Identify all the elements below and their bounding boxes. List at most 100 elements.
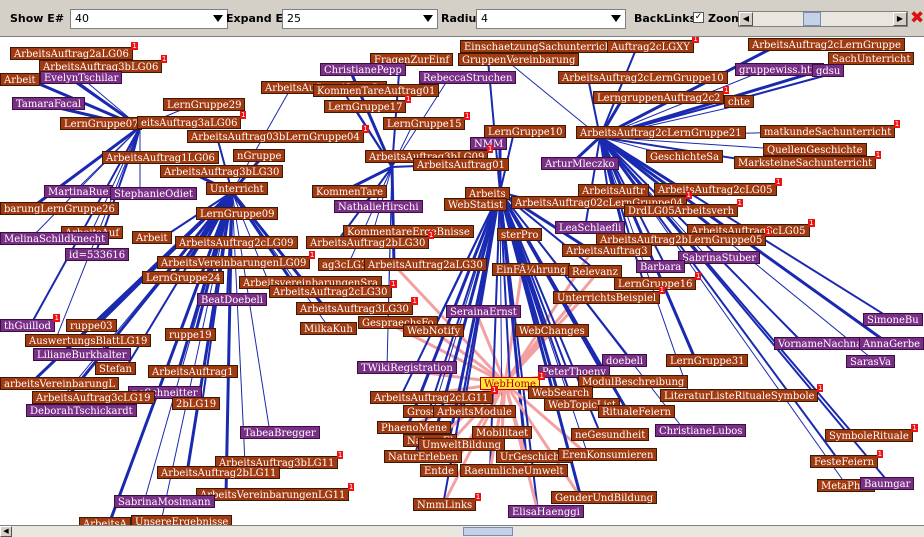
topic-node[interactable]: WebChanges: [515, 324, 589, 337]
topic-node[interactable]: MarksteineSachunterricht 1: [734, 151, 882, 169]
topic-node[interactable]: LiteraturListeRitualeSymbole 1: [660, 384, 824, 402]
topic-node[interactable]: barungLernGruppe26: [0, 202, 119, 215]
topic-node[interactable]: KommenTare: [312, 185, 388, 198]
topic-node[interactable]: QuellenGeschichte: [763, 143, 867, 156]
scroll-right-icon[interactable]: ▶: [893, 12, 907, 26]
topic-node[interactable]: 2bLG19: [172, 397, 221, 410]
person-node[interactable]: DeborahTschickardt: [26, 404, 137, 417]
topic-node[interactable]: KommenTareAuftrag01: [313, 84, 440, 97]
topic-node[interactable]: LernGruppe17 1: [324, 95, 412, 113]
person-node[interactable]: TWikiRegistration: [357, 361, 457, 374]
person-node[interactable]: thGuillod 1: [0, 314, 60, 332]
topic-node[interactable]: ruppe03: [66, 319, 117, 332]
topic-node[interactable]: WebStatist: [444, 198, 507, 211]
topic-node[interactable]: GruppenVereinbarung: [458, 53, 580, 66]
person-node[interactable]: ChristianePepp: [320, 63, 406, 76]
person-node[interactable]: EvelynTschilar: [40, 71, 123, 84]
topic-node[interactable]: ArbeitsAuftrag2cLernGruppe21: [576, 126, 746, 139]
topic-node[interactable]: LernGruppe24: [142, 271, 225, 284]
topic-node[interactable]: AuswertungsBlattLG19: [25, 334, 152, 347]
topic-node[interactable]: Arbeit: [132, 231, 172, 244]
topic-node[interactable]: GenderUndBildung: [551, 491, 658, 504]
topic-node[interactable]: Auftrag2cLGXY 1: [607, 37, 699, 53]
topic-node[interactable]: ArbeitsVereinbarungenLG09 1: [157, 251, 316, 269]
person-node[interactable]: BeatDoebeli: [197, 293, 267, 306]
topic-node[interactable]: ArbeitsAuftrag01: [413, 158, 509, 171]
topic-node[interactable]: ArbeitsModule: [433, 405, 516, 418]
topic-node[interactable]: LernGruppe09: [196, 207, 279, 220]
topic-node[interactable]: matkundeSachunterricht 1: [760, 120, 901, 138]
topic-node[interactable]: arbeitsVereinbarungL: [0, 377, 120, 390]
person-node[interactable]: SimoneBu: [863, 313, 923, 326]
topic-node[interactable]: LernGruppe16 1: [614, 272, 702, 290]
topic-node[interactable]: RaeumlicheUmwelt: [460, 464, 568, 477]
person-node[interactable]: Baumgar: [860, 477, 915, 490]
expand-combobox[interactable]: 25: [282, 9, 438, 29]
person-node[interactable]: MartinaRue: [44, 185, 113, 198]
topic-node[interactable]: ArbeitsAuftrag1LG06: [102, 151, 219, 164]
topic-node[interactable]: ModulBeschreibung: [578, 375, 689, 388]
topic-node[interactable]: Stefan: [95, 362, 136, 375]
topic-node[interactable]: ArbeitsAuftrag2cLG30 1: [269, 280, 397, 298]
scrollbar-thumb[interactable]: [463, 527, 513, 536]
topic-node[interactable]: ArbeitsAuftrag3: [562, 244, 652, 257]
topic-node[interactable]: nGruppe: [233, 149, 286, 162]
topic-node[interactable]: ArbeitsAuftrag2cLG05 1: [654, 178, 782, 196]
topic-node[interactable]: UnterrichtsBeispiel 1: [553, 286, 666, 304]
topic-node[interactable]: ArbeitsAuftrag2bLG11: [157, 466, 281, 479]
topic-node[interactable]: ArbeitsAuftrag2bLG30 1: [306, 231, 435, 249]
topic-node[interactable]: ArbeitsAuftrag2cLernGruppe10: [558, 71, 728, 84]
topic-node[interactable]: LerngruppenAuftrag2c2 1: [593, 86, 730, 104]
topic-node[interactable]: ArbeitsAuftrag2aLG30: [364, 258, 487, 271]
person-node[interactable]: ChristianeLubos: [655, 424, 747, 437]
topic-node[interactable]: ArbeitsAuftrag2cLG09: [175, 236, 298, 249]
topic-node[interactable]: MilkaKuh: [300, 322, 357, 335]
person-node[interactable]: SarasVa: [846, 355, 895, 368]
topic-node[interactable]: NaturErleben: [384, 450, 462, 463]
person-node[interactable]: Barbara: [636, 260, 686, 273]
topic-node[interactable]: NmmLinks 1: [413, 493, 482, 511]
topic-node[interactable]: ArbeitsA: [79, 517, 131, 525]
scroll-left-icon[interactable]: ◀: [739, 12, 753, 26]
person-node[interactable]: SabrinaStuber: [678, 251, 761, 264]
person-node[interactable]: SerainaErnst: [446, 305, 521, 318]
topic-node[interactable]: LernGruppe07: [60, 117, 143, 130]
topic-node[interactable]: LernGruppe29: [163, 98, 246, 111]
zoom-slider-thumb[interactable]: [803, 12, 821, 26]
topic-node[interactable]: PhaenoMene: [377, 421, 452, 434]
topic-node[interactable]: GeschichteSa: [646, 150, 724, 163]
topic-node[interactable]: ArbeitsAuftrag3cLG19: [32, 391, 155, 404]
person-node[interactable]: SabrinaMosimann: [114, 495, 215, 508]
topic-node[interactable]: eitsAuftrag3aLG06 1: [137, 111, 247, 129]
person-node[interactable]: NathalieHirschi: [334, 200, 423, 213]
topic-node[interactable]: ArbeitsAuftrag2cLernGruppe: [748, 38, 905, 51]
topic-node[interactable]: UnsereErgebnisse: [131, 515, 233, 525]
person-node[interactable]: AnnaGerbe: [859, 337, 924, 350]
zoom-slider[interactable]: ◀ ▶: [738, 11, 908, 27]
person-node[interactable]: gdsu: [812, 64, 845, 77]
person-node[interactable]: id=533616: [65, 248, 130, 261]
person-node[interactable]: TabeaBregger: [240, 426, 320, 439]
topic-node[interactable]: DrdLG05Arbeitsverh 1: [624, 199, 744, 217]
topic-node[interactable]: Entde: [420, 464, 459, 477]
topic-node[interactable]: ArbeitsAuftrag2aLG06 1: [10, 42, 138, 60]
topic-node[interactable]: sterPro: [497, 228, 543, 241]
person-node[interactable]: ElisaHaenggi: [508, 505, 584, 518]
scroll-left-icon[interactable]: ◀: [0, 526, 12, 537]
topic-node[interactable]: ArbeitsAuftrag3LG30 1: [296, 297, 418, 315]
person-node[interactable]: MelinaSchildknecht: [0, 232, 110, 245]
topic-node[interactable]: chte: [724, 95, 754, 108]
topic-node[interactable]: EinschaetzungSachunterricht: [460, 40, 620, 53]
topic-node[interactable]: ArbeitsAuftrag03bLernGruppe04 1: [187, 125, 369, 143]
topic-node[interactable]: ruppe19: [165, 328, 216, 341]
topic-node[interactable]: Unterricht: [206, 182, 268, 195]
topic-node[interactable]: ArbeitsAuftrag1: [148, 365, 238, 378]
person-node[interactable]: RebeccaStruchen: [419, 71, 517, 84]
topic-node[interactable]: LernGruppe15 1: [383, 112, 471, 130]
topic-node[interactable]: SymboleRituale 1: [825, 424, 918, 442]
topic-node[interactable]: ArbeitsVereinbarungenLG11 1: [196, 483, 355, 501]
show-combobox[interactable]: 40: [70, 9, 228, 29]
topic-node[interactable]: ArbeitsAuftrag3bLG30: [160, 165, 284, 178]
horizontal-scrollbar[interactable]: ◀: [0, 525, 924, 537]
topic-node[interactable]: EinFÃ¼hrung: [492, 263, 571, 276]
